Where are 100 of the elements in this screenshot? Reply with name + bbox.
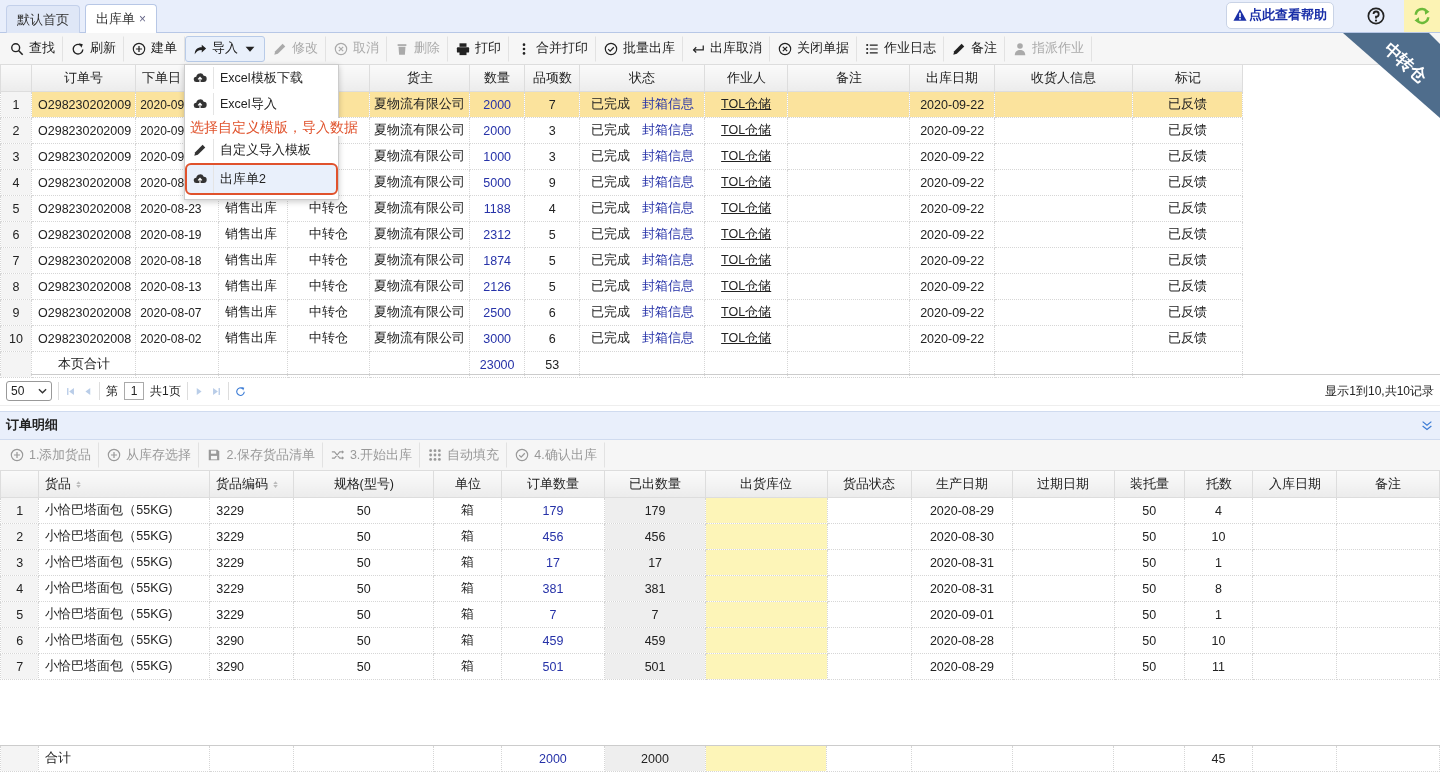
toolbar-button[interactable]: 打印 — [448, 35, 509, 62]
box-info-link[interactable]: 封箱信息 — [641, 201, 694, 215]
total-cell: 23000 — [469, 351, 525, 378]
table-cell: 小恰巴塔面包（55KG) — [38, 627, 210, 654]
column-header[interactable]: 已出数量 — [604, 471, 706, 498]
table-cell: 179 — [501, 497, 605, 524]
box-info-link[interactable]: 封箱信息 — [641, 123, 694, 137]
row-number: 1 — [0, 91, 32, 118]
row-number: 5 — [0, 195, 32, 222]
table-cell: 已反馈 — [1132, 91, 1243, 118]
table-cell: 381 — [604, 575, 706, 602]
table-cell: 2020-08-19 — [135, 221, 219, 248]
box-info-link[interactable]: 封箱信息 — [641, 227, 694, 241]
row-number: 3 — [0, 549, 39, 576]
tab[interactable]: 出库单 × — [85, 4, 157, 33]
box-info-link[interactable]: 封箱信息 — [641, 279, 694, 293]
column-header[interactable]: 品项数 — [524, 65, 580, 92]
page-label: 第 — [106, 382, 118, 400]
column-header[interactable]: 货品 — [38, 471, 210, 498]
table-cell: 3000 — [469, 325, 525, 352]
column-header[interactable]: 单位 — [433, 471, 502, 498]
person-icon — [1013, 41, 1027, 56]
table-cell: 50 — [1114, 497, 1185, 524]
row-number: 2 — [0, 523, 39, 550]
record-summary: 显示1到10,共10记录 — [1325, 382, 1434, 400]
table-cell: 2020-08-31 — [911, 549, 1013, 576]
row-number: 7 — [0, 653, 39, 680]
table-cell: O298230202009 — [31, 91, 136, 118]
column-header[interactable]: 状态 — [579, 65, 705, 92]
table-cell: 2020-08-29 — [911, 497, 1013, 524]
box-info-link[interactable]: 封箱信息 — [641, 97, 694, 111]
column-header[interactable]: 货品状态 — [827, 471, 912, 498]
column-header[interactable]: 备注 — [787, 65, 910, 92]
page-count: 共1页 — [150, 382, 181, 400]
row-number: 4 — [0, 575, 39, 602]
column-header[interactable]: 出货库位 — [705, 471, 828, 498]
table-cell: 小恰巴塔面包（55KG) — [38, 523, 210, 550]
toolbar-button[interactable]: 刷新 — [63, 35, 124, 62]
table-cell: 501 — [604, 653, 706, 680]
column-header[interactable]: 标记 — [1132, 65, 1243, 92]
table-cell: 5000 — [469, 169, 525, 196]
table-cell: 2020-08-07 — [135, 299, 219, 326]
box-info-link[interactable]: 封箱信息 — [641, 253, 694, 267]
pencil-icon — [193, 143, 207, 157]
toolbar-button[interactable]: 批量出库 — [596, 35, 683, 62]
close-icon[interactable]: × — [139, 12, 146, 26]
toolbar-button[interactable]: 出库取消 — [683, 35, 770, 62]
column-header[interactable]: 货品编码 — [209, 471, 294, 498]
column-header[interactable]: 托数 — [1184, 471, 1253, 498]
toolbar-button[interactable]: 导入 — [185, 35, 265, 62]
column-header[interactable]: 生产日期 — [911, 471, 1013, 498]
page-size-select[interactable]: 50 — [6, 381, 52, 401]
list-icon — [865, 41, 879, 56]
table-cell: 459 — [501, 627, 605, 654]
row-number: 2 — [0, 117, 32, 144]
help-link[interactable]: 点此查看帮助 — [1226, 1, 1334, 29]
table-cell: 1 — [1184, 601, 1253, 628]
column-header[interactable]: 货主 — [369, 65, 470, 92]
table-cell: 50 — [1114, 601, 1185, 628]
table-cell: 2312 — [469, 221, 525, 248]
box-info-link[interactable]: 封箱信息 — [641, 331, 694, 345]
table-cell: 箱 — [433, 549, 502, 576]
swap-button[interactable] — [1404, 0, 1440, 32]
box-info-link[interactable]: 封箱信息 — [641, 175, 694, 189]
column-header[interactable]: 规格(型号) — [293, 471, 434, 498]
table-cell: 已反馈 — [1132, 169, 1243, 196]
column-header[interactable]: 入库日期 — [1252, 471, 1337, 498]
menu-item[interactable]: 出库单2 — [185, 163, 338, 195]
table-cell: 2020-09-22 — [909, 143, 995, 170]
table-cell: 中转仓 — [287, 247, 370, 274]
box-info-link[interactable]: 封箱信息 — [641, 305, 694, 319]
toolbar-button[interactable]: 备注 — [944, 35, 1005, 62]
column-header[interactable]: 订单号 — [31, 65, 136, 92]
page-input[interactable]: 1 — [124, 382, 144, 400]
table-cell: 3229 — [209, 549, 294, 576]
table-cell: 小恰巴塔面包（55KG) — [38, 601, 210, 628]
table-cell: 3 — [524, 117, 580, 144]
swap-arrows-icon — [1412, 6, 1432, 26]
toolbar-button[interactable]: 关闭单据 — [770, 35, 857, 62]
column-header[interactable]: 数量 — [469, 65, 525, 92]
toolbar-button[interactable]: 合并打印 — [509, 35, 596, 62]
box-info-link[interactable]: 封箱信息 — [641, 149, 694, 163]
table-cell: 7 — [501, 601, 605, 628]
column-header[interactable]: 备注 — [1336, 471, 1440, 498]
column-header[interactable]: 作业人 — [704, 65, 788, 92]
column-header[interactable]: 过期日期 — [1012, 471, 1115, 498]
table-cell: 夏物流有限公司 — [369, 273, 470, 300]
column-header[interactable]: 装托量 — [1114, 471, 1185, 498]
column-header[interactable]: 订单数量 — [501, 471, 605, 498]
table-cell: 2020-09-22 — [909, 169, 995, 196]
table-cell: 已反馈 — [1132, 247, 1243, 274]
toolbar-button[interactable]: 查找 — [2, 35, 63, 62]
total-label: 本页合计 — [31, 351, 136, 378]
column-header[interactable]: 出库日期 — [909, 65, 995, 92]
toolbar-button[interactable]: 作业日志 — [857, 35, 944, 62]
tab[interactable]: 默认首页 — [6, 5, 80, 33]
table-cell: 459 — [604, 627, 706, 654]
cloud-upload-icon — [193, 172, 207, 186]
column-header[interactable]: 收货人信息 — [994, 65, 1133, 92]
table-cell: 夏物流有限公司 — [369, 143, 470, 170]
